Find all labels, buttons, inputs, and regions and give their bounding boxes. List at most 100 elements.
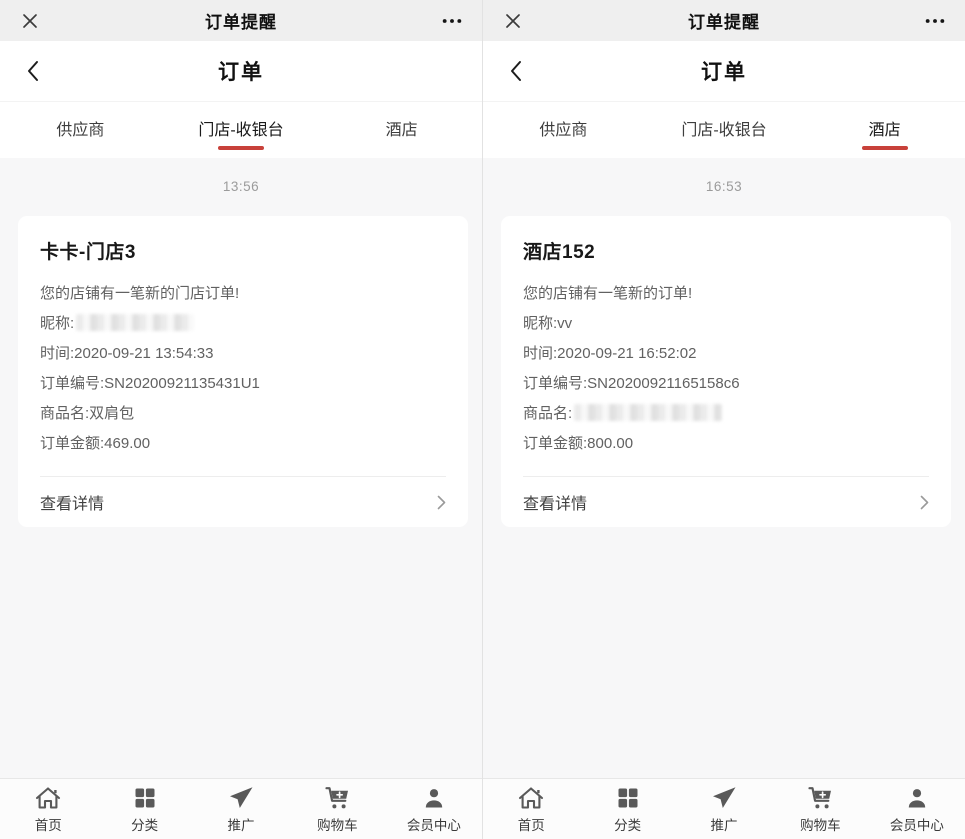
tabbar-label: 首页 — [518, 814, 545, 834]
page-title: 订单提醒 — [688, 8, 760, 33]
tabbar-item-category[interactable]: 分类 — [579, 784, 675, 834]
product-label: 商品名: — [40, 405, 89, 422]
order-no-value: SN20200921135431U1 — [104, 375, 260, 392]
grid-icon — [133, 786, 157, 810]
tabbar-label: 首页 — [35, 814, 62, 834]
product-line: 商品名:双肩包 — [40, 399, 446, 429]
tab-store-cashier[interactable]: 门店-收银台 — [161, 102, 322, 158]
order-no-line: 订单编号:SN20200921165158c6 — [523, 369, 929, 399]
tabbar-label: 购物车 — [800, 814, 841, 834]
page-header: 订单 — [0, 41, 482, 102]
tabbar-label: 分类 — [614, 814, 641, 834]
order-no-label: 订单编号: — [40, 375, 104, 392]
order-no-value: SN20200921165158c6 — [587, 375, 739, 392]
message-list: 16:53 酒店152 您的店铺有一笔新的订单! 昵称:vv 时间:2020-0… — [483, 158, 965, 778]
redacted-value — [76, 314, 194, 331]
tabbar-item-home[interactable]: 首页 — [0, 784, 96, 834]
product-label: 商品名: — [523, 405, 572, 422]
user-icon — [905, 786, 929, 810]
more-icon[interactable] — [921, 7, 949, 35]
tab-underline — [379, 146, 425, 150]
back-icon[interactable] — [509, 41, 523, 101]
tab-supplier[interactable]: 供应商 — [0, 102, 161, 158]
order-greeting: 您的店铺有一笔新的门店订单! — [40, 279, 446, 309]
amount-label: 订单金额: — [523, 435, 587, 452]
nickname-line: 昵称: — [40, 309, 446, 339]
view-details-label: 查看详情 — [40, 490, 104, 514]
tabbar-item-cart[interactable]: 购物车 — [289, 784, 385, 834]
message-timestamp: 16:53 — [483, 179, 965, 194]
close-icon[interactable] — [499, 7, 527, 35]
time-value: 2020-09-21 13:54:33 — [74, 345, 213, 362]
time-line: 时间:2020-09-21 16:52:02 — [523, 339, 929, 369]
order-type-tabs: 供应商 门店-收银台 酒店 — [483, 102, 965, 158]
tabbar-item-member-center[interactable]: 会员中心 — [386, 784, 482, 834]
message-list: 13:56 卡卡-门店3 您的店铺有一笔新的门店订单! 昵称: 时间:2020-… — [0, 158, 482, 778]
amount-line: 订单金额:800.00 — [523, 429, 929, 459]
order-greeting: 您的店铺有一笔新的订单! — [523, 279, 929, 309]
amount-value: 469.00 — [104, 435, 150, 452]
bottom-tab-bar: 首页 分类 推广 购物车 会员中心 — [0, 778, 482, 839]
nickname-value: vv — [557, 315, 572, 332]
tabbar-item-promotion[interactable]: 推广 — [676, 784, 772, 834]
tabbar-item-cart[interactable]: 购物车 — [772, 784, 868, 834]
order-reminder-screen-store: 订单提醒 订单 供应商 门店-收银台 酒店 13:56 卡卡-门店3 您的店铺有… — [0, 0, 482, 839]
order-type-tabs: 供应商 门店-收银台 酒店 — [0, 102, 482, 158]
time-value: 2020-09-21 16:52:02 — [557, 345, 696, 362]
back-icon[interactable] — [26, 41, 40, 101]
close-icon[interactable] — [16, 7, 44, 35]
tab-active-underline — [218, 146, 264, 150]
amount-label: 订单金额: — [40, 435, 104, 452]
view-details-link[interactable]: 查看详情 — [40, 477, 446, 527]
time-line: 时间:2020-09-21 13:54:33 — [40, 339, 446, 369]
order-reminder-screen-hotel: 订单提醒 订单 供应商 门店-收银台 酒店 16:53 酒店152 您的店铺有一… — [482, 0, 965, 839]
header-title: 订单 — [483, 56, 965, 86]
order-notification-card: 酒店152 您的店铺有一笔新的订单! 昵称:vv 时间:2020-09-21 1… — [501, 216, 951, 527]
card-title: 卡卡-门店3 — [40, 237, 446, 264]
tab-underline — [701, 146, 747, 150]
cart-icon — [807, 786, 834, 810]
tab-underline — [57, 146, 103, 150]
user-icon — [422, 786, 446, 810]
amount-value: 800.00 — [587, 435, 633, 452]
redacted-value — [574, 404, 722, 421]
tabbar-item-home[interactable]: 首页 — [483, 784, 579, 834]
order-no-label: 订单编号: — [523, 375, 587, 392]
chevron-right-icon — [437, 495, 446, 510]
time-label: 时间: — [523, 345, 557, 362]
tab-active-underline — [862, 146, 908, 150]
tabbar-item-member-center[interactable]: 会员中心 — [869, 784, 965, 834]
tab-label: 供应商 — [539, 116, 587, 140]
time-label: 时间: — [40, 345, 74, 362]
wechat-titlebar: 订单提醒 — [0, 0, 482, 41]
card-title: 酒店152 — [523, 237, 929, 264]
product-line: 商品名: — [523, 399, 929, 429]
tab-store-cashier[interactable]: 门店-收银台 — [644, 102, 805, 158]
nickname-line: 昵称:vv — [523, 309, 929, 339]
grid-icon — [616, 786, 640, 810]
more-icon[interactable] — [438, 7, 466, 35]
view-details-label: 查看详情 — [523, 490, 587, 514]
tabbar-label: 分类 — [131, 814, 158, 834]
tab-hotel[interactable]: 酒店 — [321, 102, 482, 158]
tabbar-item-category[interactable]: 分类 — [96, 784, 192, 834]
tab-supplier[interactable]: 供应商 — [483, 102, 644, 158]
header-title: 订单 — [0, 56, 482, 86]
tabbar-label: 购物车 — [317, 814, 358, 834]
paper-plane-icon — [711, 786, 737, 810]
tabbar-label: 会员中心 — [890, 814, 944, 834]
tab-hotel[interactable]: 酒店 — [804, 102, 965, 158]
wechat-titlebar: 订单提醒 — [483, 0, 965, 41]
order-notification-card: 卡卡-门店3 您的店铺有一笔新的门店订单! 昵称: 时间:2020-09-21 … — [18, 216, 468, 527]
home-icon — [35, 786, 61, 810]
order-no-line: 订单编号:SN20200921135431U1 — [40, 369, 446, 399]
tabbar-item-promotion[interactable]: 推广 — [193, 784, 289, 834]
tab-underline — [540, 146, 586, 150]
tabbar-label: 推广 — [228, 814, 255, 834]
nickname-label: 昵称: — [523, 315, 557, 332]
view-details-link[interactable]: 查看详情 — [523, 477, 929, 527]
cart-icon — [324, 786, 351, 810]
nickname-label: 昵称: — [40, 315, 74, 332]
tab-label: 酒店 — [386, 116, 418, 140]
bottom-tab-bar: 首页 分类 推广 购物车 会员中心 — [483, 778, 965, 839]
